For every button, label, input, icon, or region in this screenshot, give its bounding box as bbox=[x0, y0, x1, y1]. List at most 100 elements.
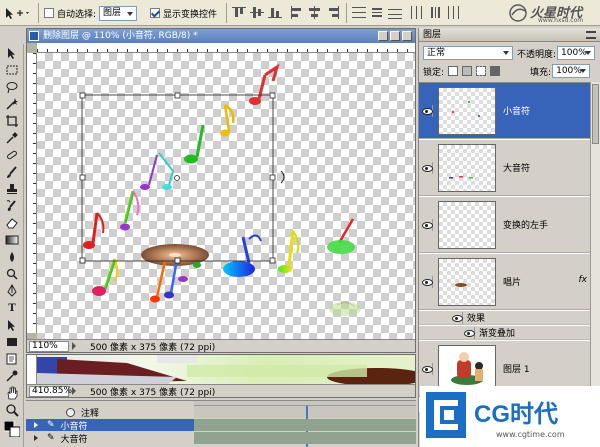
visibility-eye-icon[interactable] bbox=[421, 105, 433, 117]
visibility-eye-icon[interactable] bbox=[421, 276, 433, 288]
effects-row[interactable]: 效果 bbox=[419, 311, 591, 325]
healing-brush-tool-icon[interactable] bbox=[4, 148, 20, 162]
layer-row-small-note[interactable]: 小音符 bbox=[419, 83, 591, 139]
transform-handle[interactable] bbox=[79, 257, 86, 264]
layer-thumbnail bbox=[438, 144, 496, 192]
eyedropper2-tool-icon[interactable] bbox=[4, 369, 20, 383]
dodge-tool-icon[interactable] bbox=[4, 267, 20, 281]
transform-handle[interactable] bbox=[174, 92, 181, 99]
layer-name: 大音符 bbox=[503, 164, 531, 174]
transform-center-point[interactable] bbox=[174, 175, 180, 181]
gradient-overlay-eye-icon[interactable] bbox=[463, 326, 475, 339]
rectangle-tool-icon[interactable] bbox=[4, 335, 20, 349]
gradient-tool-icon[interactable] bbox=[4, 233, 20, 247]
transform-handle[interactable] bbox=[79, 92, 86, 99]
status-menu-arrow-icon[interactable] bbox=[72, 387, 80, 395]
fill-input[interactable]: 100% bbox=[552, 64, 591, 78]
move-tool-icon[interactable] bbox=[4, 46, 20, 60]
zoomed-canvas[interactable] bbox=[37, 355, 415, 385]
align-left-edges-icon[interactable] bbox=[290, 6, 304, 19]
visibility-toggle-empty[interactable] bbox=[421, 363, 433, 375]
lock-pixels-icon[interactable] bbox=[462, 66, 473, 76]
timeline-track[interactable] bbox=[194, 432, 416, 444]
minimize-button[interactable] bbox=[378, 31, 388, 41]
pen-tool-icon[interactable] bbox=[4, 284, 20, 298]
hxsd-logo: 火星时代 www.hxsd.com bbox=[508, 2, 596, 24]
visibility-eye-icon[interactable] bbox=[421, 219, 433, 231]
lasso-tool-icon[interactable] bbox=[4, 80, 20, 94]
crop-tool-icon[interactable] bbox=[4, 114, 20, 128]
layer-row-record[interactable]: 唱片 fx bbox=[419, 254, 591, 310]
gradient-overlay-row[interactable]: 渐变叠加 bbox=[419, 326, 591, 340]
zoom-field[interactable]: 110% bbox=[29, 340, 69, 352]
align-vertical-centers-icon[interactable] bbox=[250, 6, 264, 19]
transform-handle[interactable] bbox=[269, 174, 276, 181]
show-transform-checkbox[interactable] bbox=[150, 8, 160, 18]
clone-stamp-tool-icon[interactable] bbox=[4, 182, 20, 196]
document-titlebar[interactable]: 删除图层 @ 110% (小音符, RGB/8) * bbox=[27, 29, 415, 43]
zoom-tool-icon[interactable] bbox=[4, 403, 20, 417]
notes-tool-icon[interactable] bbox=[4, 352, 20, 366]
layer-effects-icon[interactable]: fx bbox=[579, 275, 588, 285]
align-top-edges-icon[interactable] bbox=[232, 6, 246, 19]
distribute-hcenter-icon[interactable] bbox=[428, 6, 442, 19]
type-tool-icon[interactable]: T bbox=[4, 301, 20, 315]
distribute-bottom-icon[interactable] bbox=[388, 6, 402, 19]
layer-list-scrollbar[interactable] bbox=[590, 82, 600, 412]
distribute-vcenter-icon[interactable] bbox=[370, 6, 384, 19]
transform-handle[interactable] bbox=[269, 257, 276, 264]
timeline-track[interactable] bbox=[194, 419, 416, 431]
timeline-row-big-note[interactable]: ✎ 大音符 bbox=[26, 432, 416, 445]
lock-all-icon[interactable] bbox=[490, 66, 501, 76]
expand-arrow-icon[interactable] bbox=[34, 435, 41, 441]
align-horizontal-centers-icon[interactable] bbox=[308, 6, 322, 19]
effects-visibility-eye-icon[interactable] bbox=[451, 311, 463, 324]
align-right-edges-icon[interactable] bbox=[326, 6, 340, 19]
marquee-tool-icon[interactable] bbox=[4, 63, 20, 77]
eyedropper-tool-icon[interactable] bbox=[4, 131, 20, 145]
move-tool-preset[interactable] bbox=[2, 5, 32, 21]
layers-tab[interactable]: 图层 bbox=[419, 28, 600, 42]
history-brush-tool-icon[interactable] bbox=[4, 199, 20, 213]
vertical-ruler bbox=[27, 355, 37, 385]
image-canvas[interactable] bbox=[37, 53, 415, 339]
lock-position-icon[interactable] bbox=[476, 66, 487, 76]
color-swatches-icon[interactable] bbox=[4, 421, 20, 437]
distribute-right-icon[interactable] bbox=[446, 6, 460, 19]
expand-arrow-icon[interactable] bbox=[34, 422, 41, 428]
hand-tool-icon[interactable] bbox=[4, 386, 20, 400]
transform-handle[interactable] bbox=[174, 257, 181, 264]
panel-menu-icon[interactable] bbox=[586, 31, 596, 39]
layers-panel: 图层 正常 不透明度: 100% 锁定: 填充: 100% 小音符 大音符 变换… bbox=[418, 28, 600, 447]
blend-mode-dropdown[interactable]: 正常 bbox=[423, 46, 513, 60]
blur-tool-icon[interactable] bbox=[4, 250, 20, 264]
distribute-top-icon[interactable] bbox=[352, 6, 366, 19]
maximize-button[interactable] bbox=[390, 31, 400, 41]
layer-row-transformed-left-hand[interactable]: 变换的左手 bbox=[419, 197, 591, 253]
opacity-input[interactable]: 100% bbox=[557, 46, 596, 60]
transform-handle[interactable] bbox=[269, 92, 276, 99]
visibility-eye-icon[interactable] bbox=[421, 162, 433, 174]
lock-transparency-icon[interactable] bbox=[448, 66, 459, 76]
close-button[interactable] bbox=[402, 31, 412, 41]
note-rainbow-small bbox=[120, 190, 140, 231]
distribute-left-icon[interactable] bbox=[410, 6, 424, 19]
eraser-tool-icon[interactable] bbox=[4, 216, 20, 230]
transform-bounding-box[interactable] bbox=[79, 92, 285, 264]
status-menu-arrow-icon[interactable] bbox=[72, 342, 80, 350]
timeline-row-comments[interactable]: 注释 bbox=[26, 406, 416, 447]
timeline-row-small-note[interactable]: ✎ 小音符 bbox=[26, 419, 416, 432]
align-bottom-edges-icon[interactable] bbox=[268, 6, 282, 19]
transform-handle[interactable] bbox=[79, 174, 86, 181]
zoom-field-zoomed[interactable]: 410.85% bbox=[29, 385, 72, 397]
layer-row-big-note[interactable]: 大音符 bbox=[419, 140, 591, 196]
auto-select-checkbox[interactable] bbox=[44, 8, 54, 18]
auto-select-dropdown[interactable]: 图层 bbox=[99, 5, 138, 21]
path-selection-tool-icon[interactable] bbox=[4, 318, 20, 332]
scrollbar-thumb[interactable] bbox=[592, 84, 599, 144]
brush-tool-icon[interactable] bbox=[4, 165, 20, 179]
magic-wand-tool-icon[interactable] bbox=[4, 97, 20, 111]
timeline-track[interactable] bbox=[194, 406, 416, 447]
toolbox: T bbox=[0, 44, 24, 447]
stopwatch-icon[interactable] bbox=[66, 407, 75, 417]
